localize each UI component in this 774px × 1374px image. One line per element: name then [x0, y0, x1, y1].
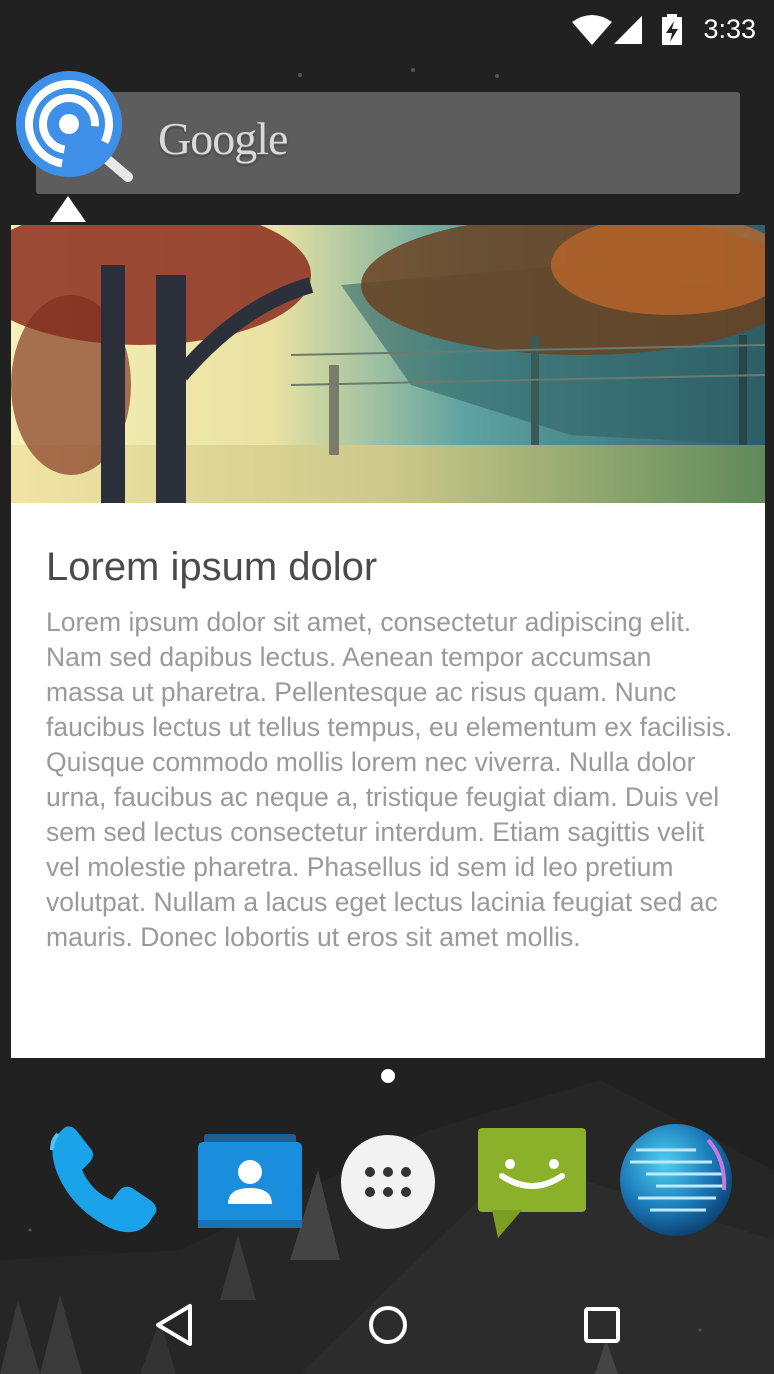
messaging-icon[interactable]	[472, 1120, 592, 1240]
app-drawer-icon[interactable]	[328, 1120, 448, 1240]
contacts-icon[interactable]	[190, 1120, 310, 1240]
back-icon[interactable]	[146, 1300, 206, 1350]
pointer-triangle	[50, 196, 86, 222]
card-title: Lorem ipsum dolor	[46, 545, 378, 589]
card-body: Lorem ipsum dolor sit amet, consectetur …	[46, 607, 733, 952]
page-indicator-dot	[381, 1069, 395, 1083]
recents-icon[interactable]	[572, 1300, 632, 1350]
status-bar: 3:33	[0, 0, 774, 64]
clock: 3:33	[703, 14, 756, 44]
wireless-search-icon[interactable]	[16, 71, 134, 183]
google-logo: Google	[158, 113, 288, 164]
google-search-bar[interactable]: Google	[36, 92, 740, 194]
phone-icon[interactable]	[40, 1120, 160, 1240]
home-icon[interactable]	[358, 1300, 418, 1350]
forest-sunlight-photo	[11, 225, 765, 503]
wifi-icon	[572, 15, 612, 45]
battery-charging-icon	[662, 14, 682, 45]
content-card[interactable]: Lorem ipsum dolor Lorem ipsum dolor sit …	[11, 225, 765, 1058]
browser-globe-icon[interactable]	[616, 1120, 736, 1240]
cell-signal-icon	[614, 16, 642, 44]
